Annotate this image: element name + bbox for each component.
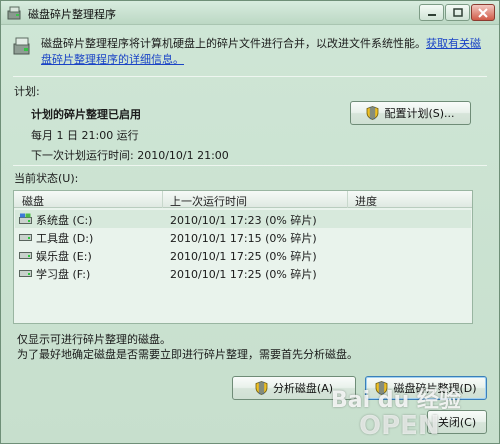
hard-drive-icon xyxy=(19,270,32,277)
disk-row-c[interactable]: 系统盘 (C:) 2010/10/1 17:23 (0% 碎片) xyxy=(15,210,471,228)
maximize-button[interactable] xyxy=(445,4,470,21)
maximize-icon xyxy=(452,8,463,17)
column-progress[interactable]: 进度 xyxy=(355,193,377,209)
uac-shield-icon xyxy=(367,106,379,120)
intro-description: 磁盘碎片整理程序将计算机硬盘上的碎片文件进行合并，以改进文件系统性能。 xyxy=(41,37,426,50)
defrag-disk-label: 磁盘碎片整理(D) xyxy=(393,382,477,395)
schedule-status: 计划的碎片整理已启用 xyxy=(31,108,141,121)
disk-last-run: 2010/10/1 17:15 (0% 碎片) xyxy=(170,232,317,245)
minimize-button[interactable] xyxy=(419,4,444,21)
schedule-section-label: 计划: xyxy=(14,85,40,98)
defrag-app-icon xyxy=(7,6,21,20)
title-bar[interactable]: 磁盘碎片整理程序 xyxy=(1,1,499,25)
disk-name: 系统盘 (C:) xyxy=(36,214,93,227)
hard-drive-icon xyxy=(19,234,32,241)
disk-row-f[interactable]: 学习盘 (F:) 2010/10/1 17:25 (0% 碎片) xyxy=(15,264,471,282)
next-run-time: 下一次计划运行时间: 2010/10/1 21:00 xyxy=(31,149,229,162)
intro-text-block: 磁盘碎片整理程序将计算机硬盘上的碎片文件进行合并，以改进文件系统性能。获取有关磁… xyxy=(41,36,481,68)
defrag-window: 磁盘碎片整理程序 磁盘碎片整理程序将计算机硬盘上的碎片文件进行合并，以改进文件系… xyxy=(0,0,500,444)
disk-row-e[interactable]: 娱乐盘 (E:) 2010/10/1 17:25 (0% 碎片) xyxy=(15,246,471,264)
configure-schedule-button[interactable]: 配置计划(S)... xyxy=(350,101,471,125)
disk-name: 娱乐盘 (E:) xyxy=(36,250,92,263)
divider xyxy=(13,165,487,166)
schedule-frequency: 每月 1 日 21:00 运行 xyxy=(31,129,139,142)
column-last-run[interactable]: 上一次运行时间 xyxy=(170,193,247,209)
disk-name: 工具盘 (D:) xyxy=(36,232,94,245)
defrag-disk-button[interactable]: 磁盘碎片整理(D) xyxy=(365,376,487,400)
current-status-label: 当前状态(U): xyxy=(14,172,79,185)
divider xyxy=(13,76,487,77)
uac-shield-icon xyxy=(255,381,268,395)
hard-drive-icon xyxy=(19,252,32,259)
window-title: 磁盘碎片整理程序 xyxy=(28,8,116,21)
disk-last-run: 2010/10/1 17:25 (0% 碎片) xyxy=(170,268,317,281)
disk-last-run: 2010/10/1 17:25 (0% 碎片) xyxy=(170,250,317,263)
close-window-button[interactable] xyxy=(471,4,495,21)
disk-row-d[interactable]: 工具盘 (D:) 2010/10/1 17:15 (0% 碎片) xyxy=(15,228,471,246)
system-drive-icon xyxy=(19,213,32,224)
analyze-disk-label: 分析磁盘(A) xyxy=(272,382,334,395)
column-disk[interactable]: 磁盘 xyxy=(22,193,44,209)
column-divider xyxy=(347,191,348,208)
close-button[interactable]: 关闭(C) xyxy=(427,410,487,434)
disk-list[interactable]: 磁盘 上一次运行时间 进度 系统盘 (C:) 2010/10/1 17:23 (… xyxy=(13,190,473,324)
disk-name: 学习盘 (F:) xyxy=(36,268,91,281)
close-label: 关闭(C) xyxy=(437,416,477,429)
close-icon xyxy=(478,7,488,18)
analyze-disk-button[interactable]: 分析磁盘(A) xyxy=(232,376,356,400)
configure-schedule-label: 配置计划(S)... xyxy=(384,107,455,120)
minimize-icon xyxy=(427,13,436,16)
window-content: 磁盘碎片整理程序将计算机硬盘上的碎片文件进行合并，以改进文件系统性能。获取有关磁… xyxy=(7,28,493,439)
disk-list-header: 磁盘 上一次运行时间 进度 xyxy=(14,191,472,208)
hint-analyze-first: 为了最好地确定磁盘是否需要立即进行碎片整理，需要首先分析磁盘。 xyxy=(17,348,358,361)
defrag-large-icon xyxy=(13,37,30,55)
disk-last-run: 2010/10/1 17:23 (0% 碎片) xyxy=(170,214,317,227)
hint-defraggable-only: 仅显示可进行碎片整理的磁盘。 xyxy=(17,333,171,346)
uac-shield-icon xyxy=(376,381,388,395)
column-divider xyxy=(162,191,163,208)
